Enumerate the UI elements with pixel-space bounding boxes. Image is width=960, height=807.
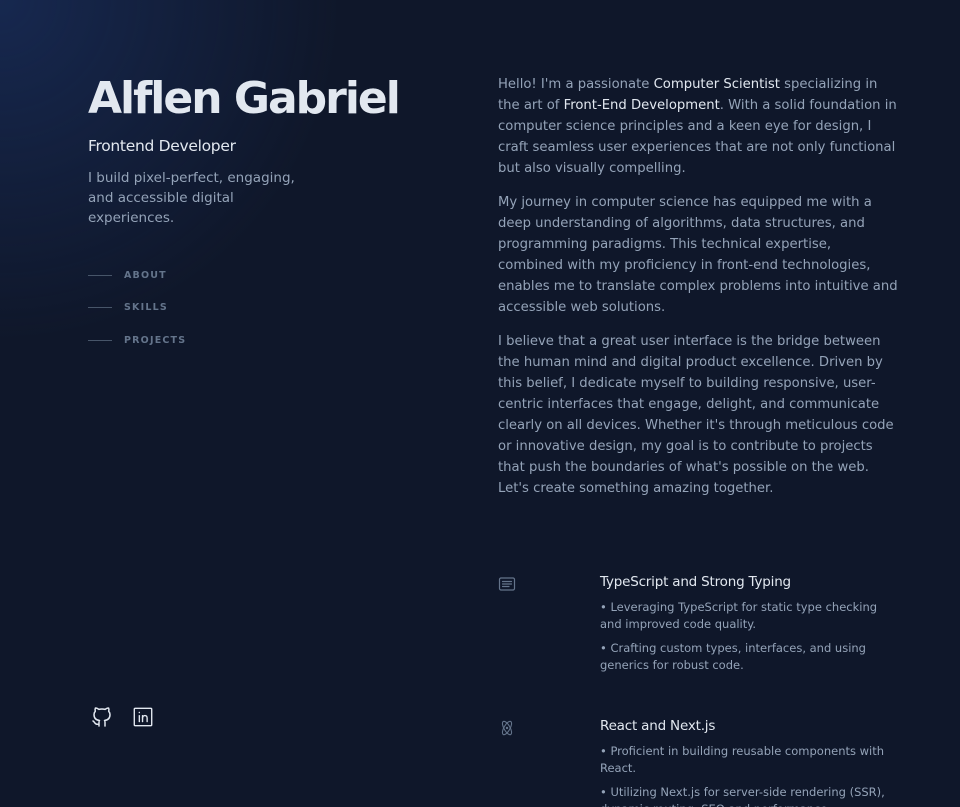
skill-point: • Crafting custom types, interfaces, and… — [600, 641, 866, 672]
highlight-front-end-development: Front-End Development — [563, 98, 720, 113]
skill-title: TypeScript and Strong Typing — [600, 574, 791, 590]
profile-name: Alflen Gabriel — [88, 73, 401, 124]
linkedin-icon — [133, 707, 153, 727]
skill-point: • Proficient in building reusable compon… — [600, 744, 885, 775]
react-atom-icon — [501, 720, 513, 736]
nav-item-label: PROJECTS — [124, 334, 187, 346]
profile-header: Alflen Gabriel Frontend Developer I buil… — [88, 70, 418, 228]
code-editor-icon — [498, 577, 516, 591]
nav-item-projects[interactable]: PROJECTS — [88, 331, 186, 349]
github-icon — [92, 707, 111, 727]
nav-indicator-line — [88, 307, 112, 308]
skill-title: React and Next.js — [600, 718, 716, 734]
github-link[interactable] — [90, 705, 114, 729]
nav-indicator-line — [88, 339, 112, 341]
skill-content: TypeScript and Strong Typing • Leveragin… — [600, 572, 896, 674]
nav-item-label: ABOUT — [124, 269, 167, 281]
skill-point: • Leveraging TypeScript for static type … — [600, 600, 878, 631]
profile-tagline: I build pixel-perfect, engaging, and acc… — [88, 170, 295, 226]
about-text: Hello! I'm a passionate — [498, 77, 654, 92]
skill-content: React and Next.js • Proficient in buildi… — [600, 716, 896, 807]
highlight-computer-scientist: Computer Scientist — [653, 77, 780, 92]
nav-item-label: SKILLS — [124, 302, 168, 313]
nav-indicator-line — [88, 274, 112, 276]
skill-point: • Utilizing Next.js for server-side rend… — [600, 785, 885, 807]
profile-role: Frontend Developer — [88, 137, 236, 155]
social-links — [90, 705, 172, 729]
nav-item-about[interactable]: ABOUT — [88, 266, 186, 284]
about-paragraph: I believe that a great user interface is… — [498, 334, 894, 496]
section-nav: ABOUT SKILLS PROJECTS — [88, 266, 186, 364]
nav-item-skills[interactable]: SKILLS — [88, 299, 186, 317]
about-paragraph: Hello! I'm a passionate Computer Scienti… — [498, 74, 898, 179]
linkedin-link[interactable] — [131, 705, 155, 729]
about-section: Hello! I'm a passionate Computer Scienti… — [498, 74, 898, 512]
about-paragraph: My journey in computer science has equip… — [498, 195, 898, 315]
